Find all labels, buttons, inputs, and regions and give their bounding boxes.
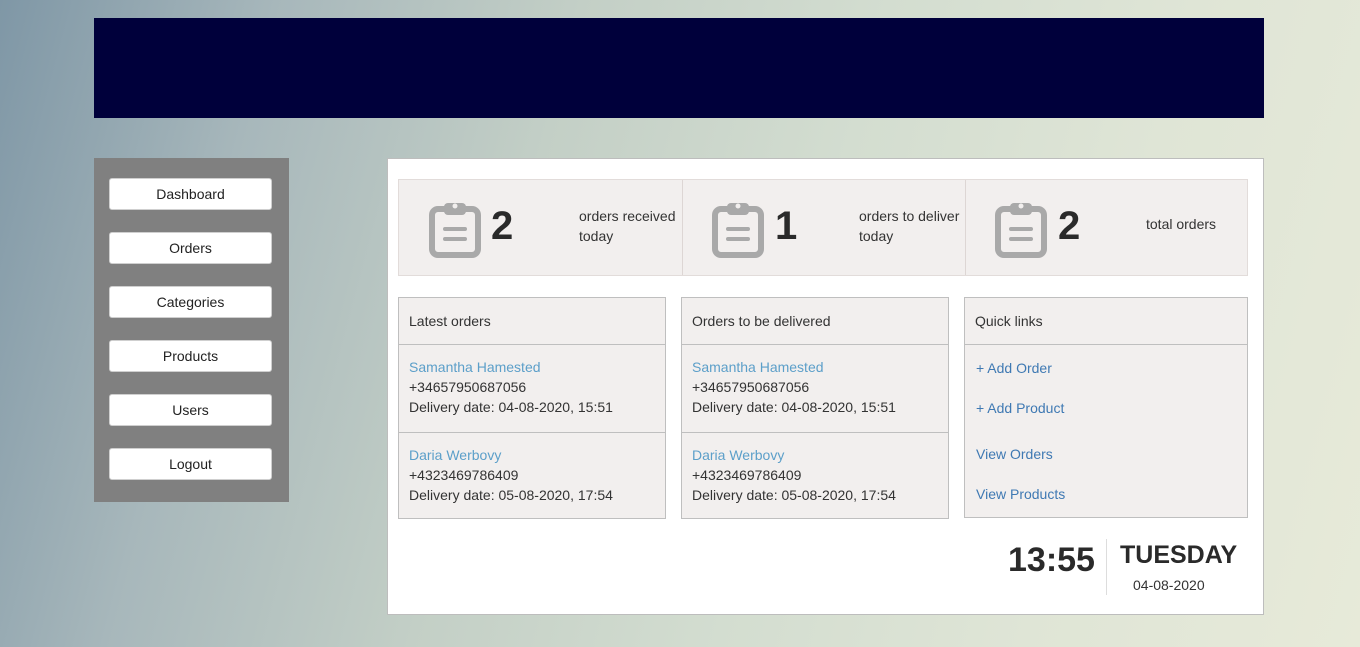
view-orders-link[interactable]: View Orders [976,446,1053,462]
nav-users-button[interactable]: Users [109,394,272,426]
stat-total-orders: 2 total orders [965,180,1247,275]
order-phone: +34657950687056 [692,379,810,395]
sidebar-nav: Dashboard Orders Categories Products Use… [94,158,289,502]
order-delivery-date: Delivery date: 04-08-2020, 15:51 [692,399,896,415]
stat-label-line: orders received [579,208,676,224]
list-item: Daria Werbovy +4323469786409 Delivery da… [682,432,948,519]
nav-logout-button[interactable]: Logout [109,448,272,480]
stat-number: 1 [775,204,798,248]
latest-orders-card: Latest orders Samantha Hamested +3465795… [398,297,666,519]
clock-divider [1106,539,1107,595]
stat-label: total orders [1146,214,1216,234]
clipboard-icon [429,203,481,258]
order-customer-link[interactable]: Samantha Hamested [409,357,655,377]
order-delivery-date: Delivery date: 05-08-2020, 17:54 [692,487,896,503]
clock-time: 13:55 [1008,541,1095,579]
order-delivery-date: Delivery date: 04-08-2020, 15:51 [409,399,613,415]
card-title: Orders to be delivered [682,298,948,345]
stat-label-line: orders to deliver [859,208,960,224]
nav-orders-button[interactable]: Orders [109,232,272,264]
nav-products-button[interactable]: Products [109,340,272,372]
card-title: Latest orders [399,298,665,345]
stat-orders-received: 2 orders received today [399,180,682,275]
stat-label-line: today [859,228,894,244]
order-customer-link[interactable]: Daria Werbovy [692,445,938,465]
order-customer-link[interactable]: Daria Werbovy [409,445,655,465]
list-item: Daria Werbovy +4323469786409 Delivery da… [399,432,665,519]
header-banner [94,18,1264,118]
add-product-link[interactable]: + Add Product [976,400,1064,416]
order-phone: +34657950687056 [409,379,527,395]
list-item: Samantha Hamested +34657950687056 Delive… [399,345,665,432]
stat-label: orders received today [579,206,676,246]
nav-categories-button[interactable]: Categories [109,286,272,318]
stats-row: 2 orders received today 1 orders to deli… [398,179,1248,276]
add-order-link[interactable]: + Add Order [976,360,1052,376]
order-customer-link[interactable]: Samantha Hamested [692,357,938,377]
orders-to-deliver-card: Orders to be delivered Samantha Hamested… [681,297,949,519]
stat-number: 2 [491,204,514,248]
stat-orders-to-deliver: 1 orders to deliver today [682,180,965,275]
order-phone: +4323469786409 [409,467,519,483]
stat-label-line: today [579,228,614,244]
clipboard-icon [712,203,764,258]
card-title: Quick links [965,298,1247,345]
nav-dashboard-button[interactable]: Dashboard [109,178,272,210]
view-products-link[interactable]: View Products [976,486,1065,502]
dashboard-panel: 2 orders received today 1 orders to deli… [387,158,1264,615]
stat-number: 2 [1058,204,1081,248]
list-item: Samantha Hamested +34657950687056 Delive… [682,345,948,432]
order-delivery-date: Delivery date: 05-08-2020, 17:54 [409,487,613,503]
clock-date: 04-08-2020 [1133,577,1205,593]
stat-label: orders to deliver today [859,206,959,246]
stat-label-line: total orders [1146,216,1217,232]
order-phone: +4323469786409 [692,467,802,483]
clipboard-icon [995,203,1047,258]
quick-links-card: Quick links + Add Order + Add Product Vi… [964,297,1248,518]
clock-day: TUESDAY [1120,541,1238,569]
